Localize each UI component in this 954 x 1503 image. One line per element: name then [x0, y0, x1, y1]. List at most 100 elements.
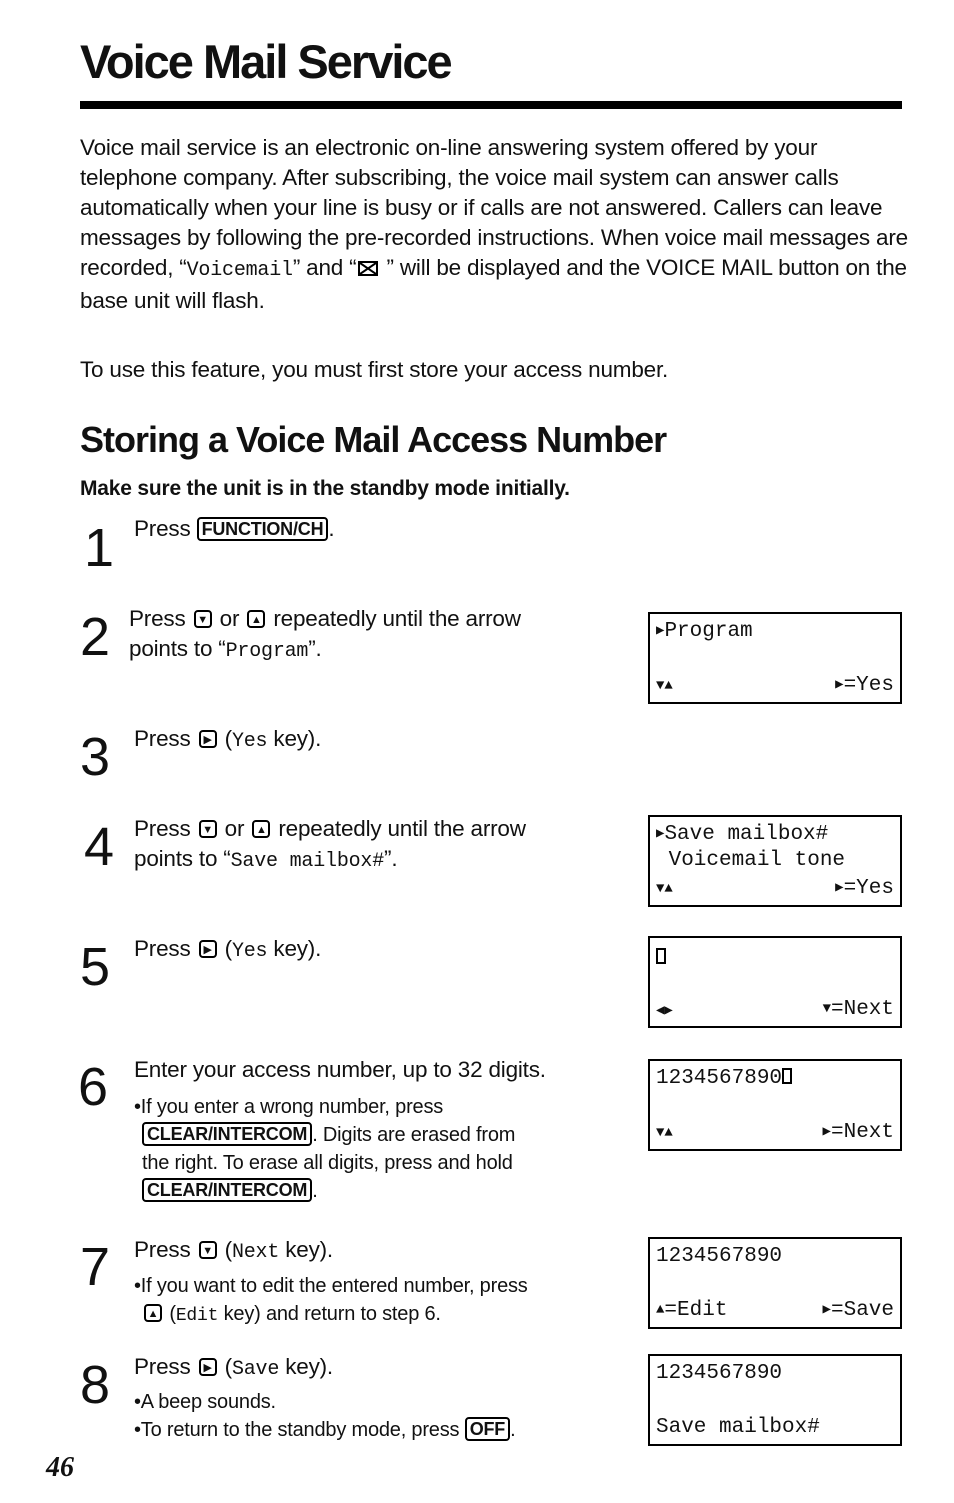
bullet-text: (	[164, 1303, 176, 1325]
step-number: 7	[80, 1237, 111, 1297]
step-8-note: •A beep sounds. •To return to the standb…	[134, 1388, 614, 1444]
cursor-icon	[782, 1068, 793, 1084]
lcd-display-empty-entry: ◀▶ ▼=Next	[648, 936, 902, 1028]
step-2: Press ▼ or ▲ repeatedly until the arrow …	[129, 604, 521, 667]
lcd-line: 1234567890	[656, 1067, 783, 1090]
intro-text: ” and “	[292, 255, 357, 280]
step-text: Press	[134, 816, 197, 841]
bullet-text: key) and return to step 6.	[218, 1303, 441, 1325]
lcd-line: Save mailbox#	[656, 1416, 820, 1439]
step-number: 6	[78, 1057, 109, 1117]
display-term: Yes	[231, 940, 268, 963]
step-number: 5	[80, 937, 111, 997]
step-text: Press	[134, 516, 197, 541]
down-key-icon: ▼	[193, 610, 212, 628]
step-text: or	[218, 816, 251, 841]
step-text: key).	[279, 1354, 333, 1379]
bullet-text: the right. To erase all digits, press an…	[142, 1152, 513, 1174]
right-key-icon: ▶	[198, 730, 217, 748]
right-arrow-icon: ▶	[822, 1124, 831, 1140]
step-6-note: •If you enter a wrong number, press CLEA…	[134, 1093, 614, 1205]
down-key-icon: ▼	[198, 1241, 217, 1259]
display-term: Next	[231, 1241, 280, 1264]
up-key-icon: ▲	[247, 610, 266, 628]
bullet-text: •If you enter a wrong number, press	[134, 1096, 444, 1118]
section-title: Storing a Voice Mail Access Number	[80, 419, 667, 460]
step-3: Press ▶ (Yes key).	[134, 724, 321, 757]
step-text: (	[218, 1354, 233, 1379]
step-text: Press	[134, 726, 197, 751]
lcd-softkey-label: =Yes	[843, 877, 894, 900]
lcd-display-edit-save: 1234567890 ▲=Edit ▶=Save	[648, 1237, 902, 1329]
step-text: ”.	[308, 636, 322, 661]
down-up-arrows-icon: ▼▲	[656, 678, 673, 694]
envelope-icon	[358, 261, 379, 276]
function-ch-key: FUNCTION/CH	[196, 517, 329, 541]
lcd-softkey-label: =Save	[830, 1299, 894, 1322]
step-text: points to “	[129, 636, 226, 661]
step-text: (	[218, 1237, 233, 1262]
bullet-text: •If you want to edit the entered number,…	[134, 1275, 528, 1297]
display-term: Save	[231, 1358, 280, 1381]
step-text: (	[218, 726, 233, 751]
step-number: 8	[80, 1355, 111, 1415]
step-text: Press	[134, 1237, 197, 1262]
section-subtitle: Make sure the unit is in the standby mod…	[80, 477, 570, 500]
down-arrow-icon: ▼	[822, 1001, 831, 1017]
bullet-text: .	[510, 1419, 516, 1441]
step-text: or	[213, 606, 246, 631]
off-key: OFF	[464, 1417, 511, 1441]
step-text: (	[218, 936, 233, 961]
intro-paragraph: Voice mail service is an electronic on-l…	[80, 133, 910, 316]
right-arrow-icon: ▶	[822, 1302, 831, 1318]
lcd-line: 1234567890	[656, 1245, 783, 1268]
down-key-icon: ▼	[198, 820, 217, 838]
step-text: key).	[267, 936, 322, 961]
lcd-softkey-label: =Next	[830, 998, 894, 1021]
step-number: 4	[84, 817, 115, 877]
step-number: 1	[84, 518, 115, 578]
step-7: Press ▼ (Next key).	[134, 1235, 333, 1268]
display-term: Edit	[175, 1306, 219, 1326]
step-8: Press ▶ (Save key).	[134, 1352, 333, 1385]
down-up-arrows-icon: ▼▲	[656, 1125, 673, 1141]
step-1: Press FUNCTION/CH.	[134, 514, 335, 544]
down-up-arrows-icon: ▼▲	[656, 881, 673, 897]
left-right-arrows-icon: ◀▶	[656, 1003, 673, 1019]
bullet-text: . Digits are erased from	[312, 1124, 516, 1146]
title-rule	[80, 101, 902, 109]
step-text: repeatedly until the arrow	[267, 606, 521, 631]
lcd-display-save-mailbox: ▶Save mailbox# Voicemail tone ▼▲ ▶=Yes	[648, 815, 902, 907]
display-term: Yes	[231, 730, 268, 753]
lcd-softkey-label: =Yes	[843, 674, 894, 697]
lcd-line: Voicemail tone	[656, 849, 846, 872]
page-title: Voice Mail Service	[80, 35, 453, 88]
step-6-text: Enter your access number, up to 32 digit…	[134, 1057, 546, 1082]
lcd-display-saved: 1234567890 Save mailbox#	[648, 1354, 902, 1446]
step-text: points to “	[134, 846, 231, 871]
lcd-display-program: ▶Program ▼▲ ▶=Yes	[648, 612, 902, 704]
page-number: 46	[46, 1452, 74, 1483]
step-text: key).	[267, 726, 322, 751]
clear-intercom-key: CLEAR/INTERCOM	[142, 1178, 313, 1202]
right-key-icon: ▶	[198, 940, 217, 958]
step-text: key).	[279, 1237, 333, 1262]
right-arrow-icon: ▶	[835, 677, 844, 693]
bullet-text: •A beep sounds.	[134, 1391, 276, 1413]
intro-note: To use this feature, you must first stor…	[80, 357, 669, 382]
lcd-softkey-label: =Next	[830, 1121, 894, 1144]
lcd-softkey-label: =Edit	[664, 1299, 728, 1322]
up-key-icon: ▲	[252, 820, 271, 838]
clear-intercom-key: CLEAR/INTERCOM	[142, 1122, 313, 1146]
step-text: .	[328, 516, 335, 541]
lcd-line: Save mailbox#	[664, 823, 829, 846]
right-key-icon: ▶	[198, 1358, 217, 1376]
step-5: Press ▶ (Yes key).	[134, 934, 321, 967]
lcd-line: 1234567890	[656, 1362, 783, 1385]
step-text: Press	[134, 936, 197, 961]
step-text: repeatedly until the arrow	[272, 816, 526, 841]
step-text: Press	[129, 606, 192, 631]
up-key-icon: ▲	[144, 1304, 162, 1322]
lcd-line: Program	[664, 620, 753, 643]
display-term: Save mailbox#	[230, 850, 385, 873]
